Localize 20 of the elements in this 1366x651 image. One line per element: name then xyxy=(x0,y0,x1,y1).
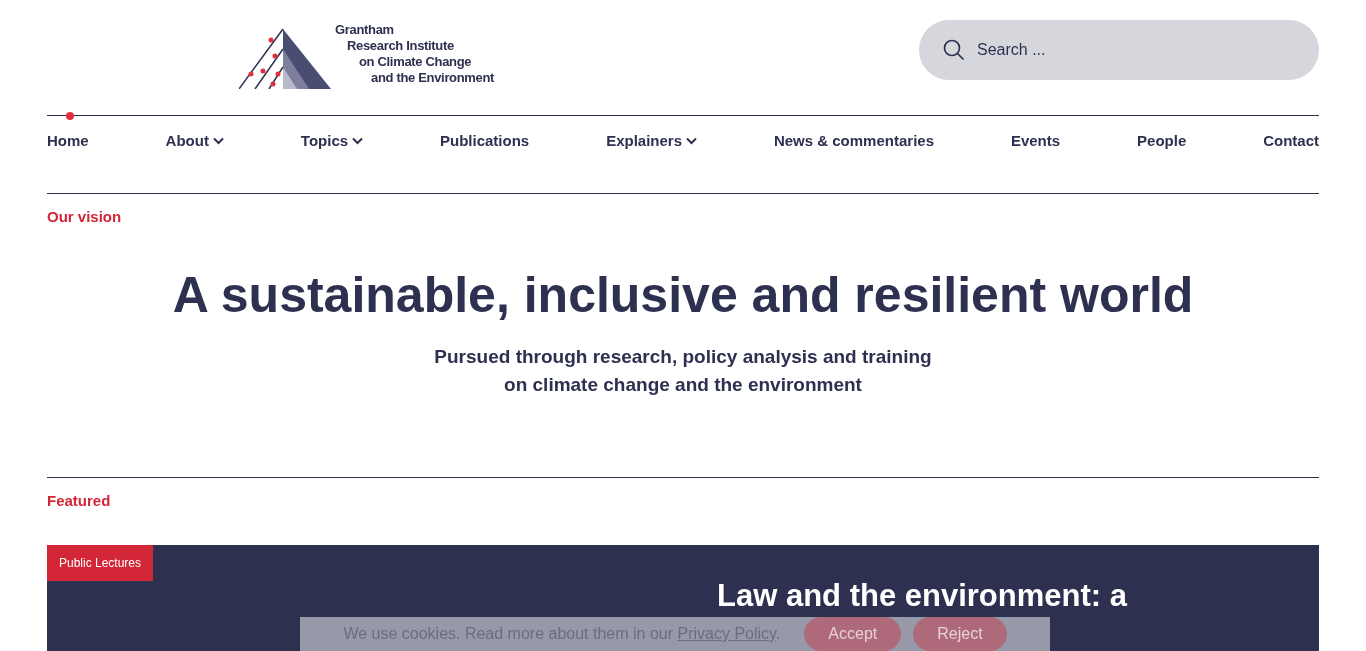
section-label: Featured xyxy=(47,490,112,511)
logo-text[interactable]: Grantham Research Institute on Climate Change and the Environment xyxy=(335,21,495,86)
nav-link[interactable]: People xyxy=(1137,129,1187,153)
nav-link[interactable]: Events xyxy=(1010,129,1061,153)
nav-link[interactable]: Topics xyxy=(300,129,364,153)
search-field[interactable]: Search ... xyxy=(977,37,1295,62)
search-icon xyxy=(943,38,965,61)
card-title[interactable]: Law and the environment: a xyxy=(717,579,1127,613)
subheading: Pursued through research, policy analysis and training on climate change and the environment xyxy=(433,344,933,397)
logo-icon[interactable] xyxy=(239,26,331,89)
category-tag[interactable]: Public Lectures xyxy=(47,545,154,581)
section-label: Our vision xyxy=(47,207,123,227)
nav-link[interactable]: News & commentaries xyxy=(773,129,934,153)
nav-link[interactable]: Publications xyxy=(440,129,530,153)
search-bar[interactable]: Search ... xyxy=(919,19,1319,80)
nav-link[interactable]: Contact xyxy=(1263,129,1319,153)
nav-link[interactable]: About xyxy=(165,129,224,153)
heading: A sustainable, inclusive and resilient world xyxy=(171,265,1195,325)
nav-link[interactable]: Home xyxy=(47,129,89,153)
nav-link[interactable]: Explainers xyxy=(606,129,697,153)
